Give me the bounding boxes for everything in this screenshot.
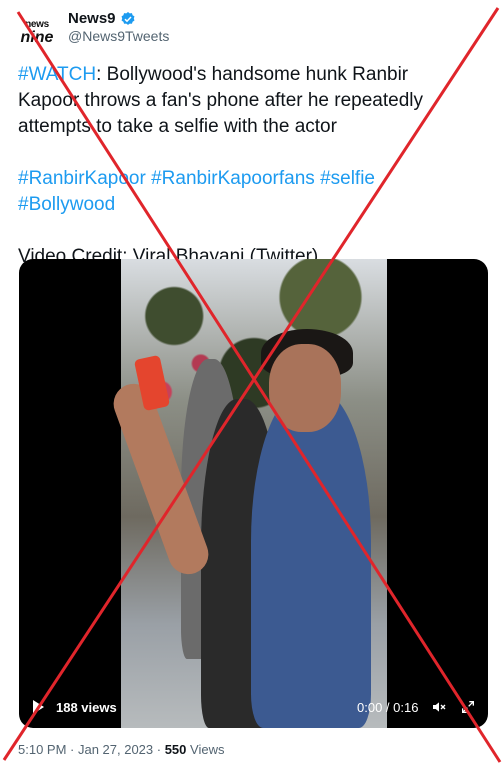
tweet-text-line3: attempts to take a selfie with the actor: [18, 116, 337, 137]
avatar-logo-line2: nine: [20, 29, 54, 46]
video-player[interactable]: 188 views 0:00 / 0:16: [19, 259, 488, 728]
fan-head: [269, 344, 341, 432]
avatar[interactable]: news nine: [14, 10, 60, 56]
tweet-text-line1: : Bollywood's handsome hunk Ranbir: [96, 64, 409, 85]
tweet-view-count: 550: [164, 742, 187, 757]
tweet-text: #WATCH: Bollywood's handsome hunk Ranbir…: [18, 62, 488, 270]
fullscreen-icon[interactable]: [460, 699, 476, 715]
tweet-views-label: Views: [186, 742, 225, 757]
fan-figure: [251, 389, 371, 728]
tweet-timestamp[interactable]: 5:10 PM · Jan 27, 2023 ·: [18, 742, 165, 757]
video-frame[interactable]: [108, 259, 387, 728]
hashtags-line1[interactable]: #RanbirKapoor #RanbirKapoorfans #selfie: [18, 166, 488, 192]
tweet-text-line2: Kapoor throws a fan's phone after he rep…: [18, 90, 424, 111]
verified-badge-icon: [121, 11, 134, 25]
author-display-name[interactable]: News9: [68, 10, 116, 27]
play-icon[interactable]: [33, 700, 44, 714]
hashtag-watch-link[interactable]: #WATCH: [18, 64, 96, 85]
tweet-meta: 5:10 PM · Jan 27, 2023 · 550 Views: [18, 742, 224, 757]
video-controls: 188 views 0:00 / 0:16: [19, 688, 488, 728]
volume-icon[interactable]: [431, 699, 447, 715]
video-view-count: 188 views: [56, 700, 117, 715]
author-handle[interactable]: @News9Tweets: [68, 28, 169, 44]
author-name-row: News9: [68, 10, 136, 27]
hashtags-line2[interactable]: #Bollywood: [18, 192, 488, 218]
video-time: 0:00 / 0:16: [357, 700, 419, 715]
